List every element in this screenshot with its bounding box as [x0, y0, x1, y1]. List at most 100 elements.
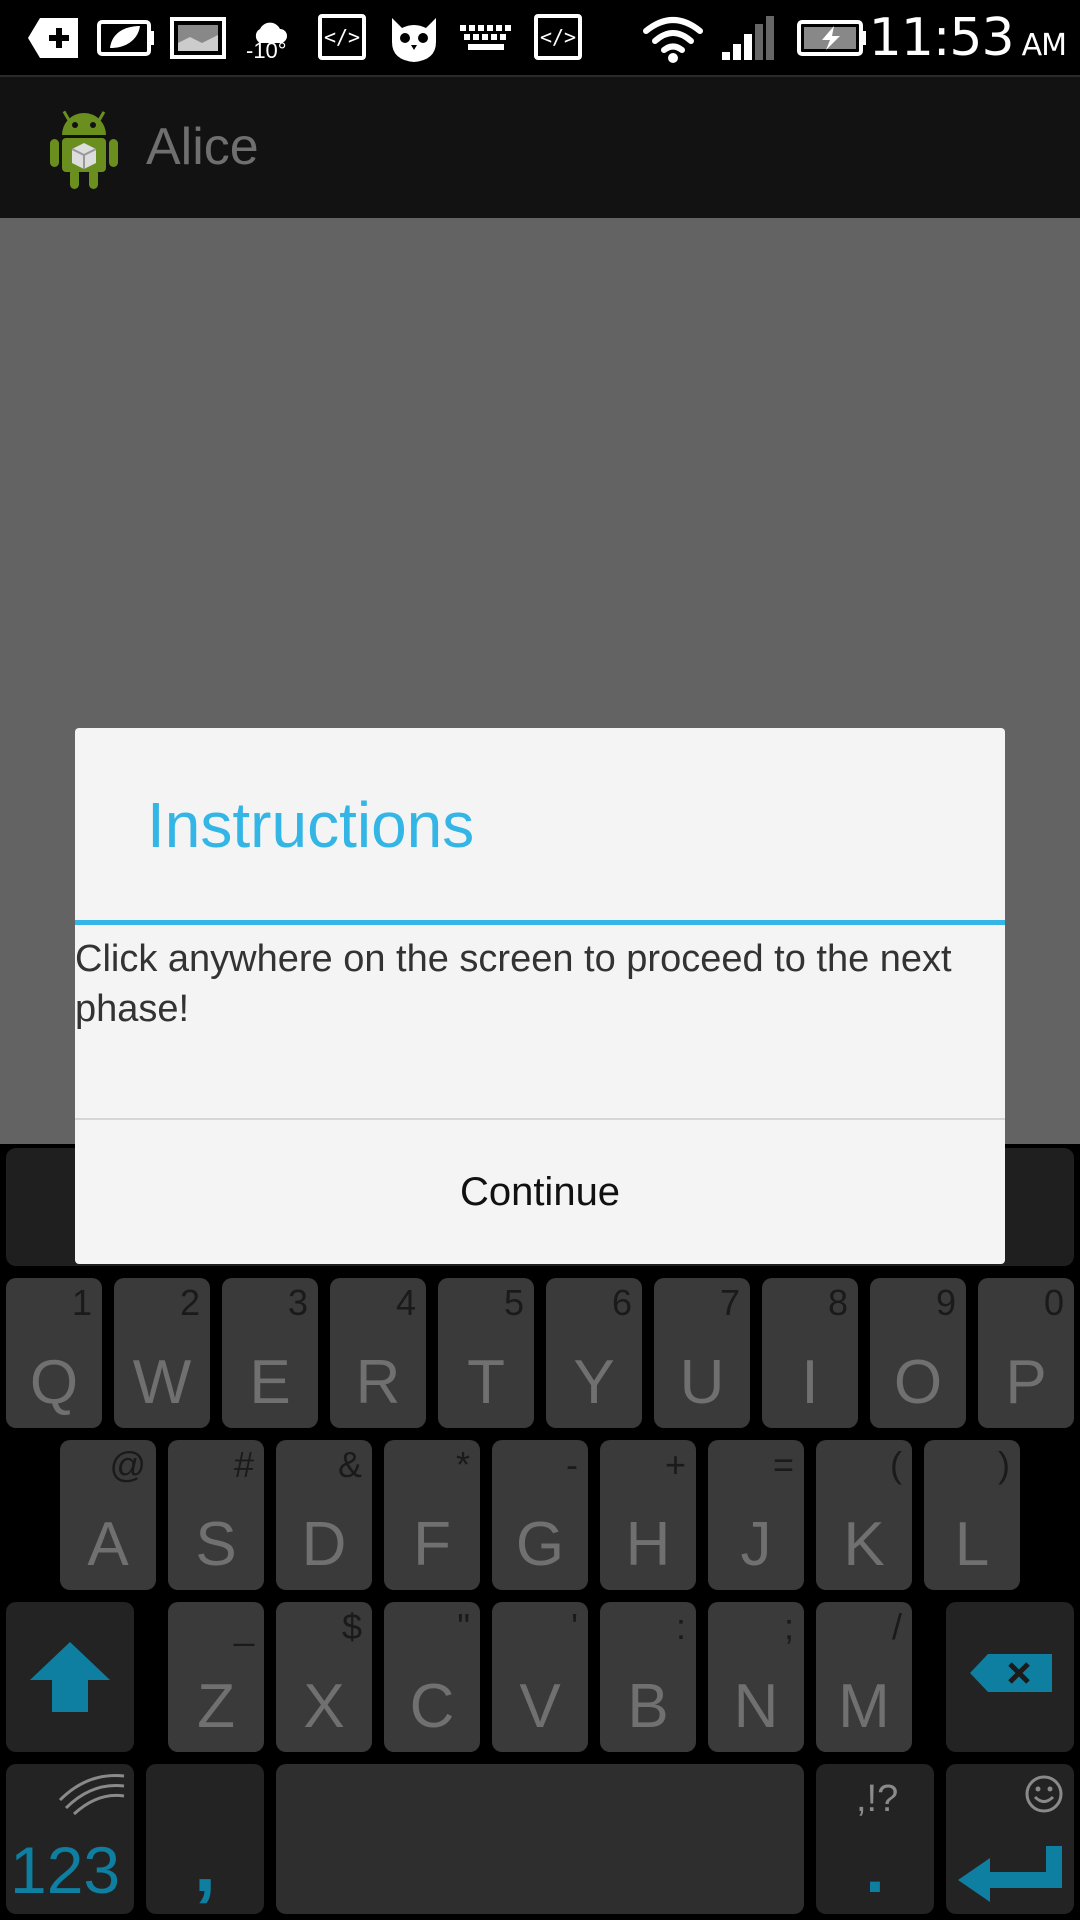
- key-secondary-label: -: [566, 1444, 578, 1485]
- key-secondary-label: _: [233, 1606, 254, 1647]
- key-label: Q: [29, 1348, 79, 1417]
- action-bar: Alice: [0, 75, 1080, 218]
- key-label: N: [733, 1672, 779, 1741]
- key-c[interactable]: " C: [384, 1602, 480, 1752]
- key-a[interactable]: @ A: [60, 1440, 156, 1590]
- key-label: G: [515, 1510, 565, 1579]
- key-label: P: [1005, 1348, 1047, 1417]
- key-secondary-label: 7: [719, 1282, 740, 1323]
- leaf-battery-icon: [96, 14, 156, 62]
- code-icon: </>: [534, 14, 582, 60]
- key-r[interactable]: 4R: [330, 1278, 426, 1428]
- key-label: I: [801, 1348, 819, 1417]
- key-secondary-label: 5: [503, 1282, 524, 1323]
- key-v[interactable]: ' V: [492, 1602, 588, 1752]
- key-secondary-label: ": [457, 1606, 470, 1647]
- key-secondary-label: @: [109, 1444, 146, 1485]
- dialog-title: Instructions: [147, 789, 475, 861]
- key-label: O: [893, 1348, 943, 1417]
- clock: 11:53 AM: [868, 8, 1067, 68]
- key-label: K: [843, 1510, 885, 1579]
- key-label: R: [355, 1348, 401, 1417]
- key-secondary-label: 6: [611, 1282, 632, 1323]
- key-label: L: [954, 1510, 990, 1579]
- enter-key[interactable]: [946, 1764, 1074, 1914]
- key-secondary-label: &: [337, 1444, 362, 1485]
- clock-ampm: AM: [1021, 28, 1067, 63]
- image-icon: [170, 14, 226, 62]
- key-secondary-label: +: [664, 1444, 686, 1485]
- key-f[interactable]: * F: [384, 1440, 480, 1590]
- key-label: X: [303, 1672, 345, 1741]
- swiftkey-logo-icon: [58, 1774, 125, 1816]
- key-y[interactable]: 6Y: [546, 1278, 642, 1428]
- clock-time: 11:53: [868, 8, 1015, 68]
- period-key[interactable]: ,!? .: [816, 1764, 934, 1914]
- key-secondary-label: $: [341, 1606, 362, 1647]
- key-e[interactable]: 3E: [222, 1278, 318, 1428]
- numbers-key-label: 123: [10, 1833, 121, 1907]
- key-secondary-label: #: [233, 1444, 254, 1485]
- key-label: S: [195, 1510, 237, 1579]
- app-title: Alice: [146, 118, 259, 176]
- key-o[interactable]: 9O: [870, 1278, 966, 1428]
- owl-icon: [384, 14, 444, 62]
- keyboard-icon: [458, 14, 514, 62]
- numbers-key[interactable]: 123: [6, 1764, 134, 1914]
- key-secondary-label: 2: [179, 1282, 200, 1323]
- wifi-icon: [640, 14, 706, 63]
- dialog-message: Click anywhere on the screen to proceed …: [75, 938, 952, 1030]
- key-g[interactable]: -G: [492, 1440, 588, 1590]
- temperature-label: -10°: [246, 38, 287, 63]
- signal-icon: [720, 14, 780, 62]
- key-p[interactable]: 0P: [978, 1278, 1074, 1428]
- key-secondary-label: ': [571, 1606, 578, 1647]
- key-label: F: [413, 1510, 451, 1579]
- key-w[interactable]: 2W: [114, 1278, 210, 1428]
- key-j[interactable]: = J: [708, 1440, 804, 1590]
- android-icon[interactable]: [48, 105, 120, 193]
- backspace-key[interactable]: [946, 1602, 1074, 1752]
- battery-charging-icon: [796, 14, 868, 62]
- key-q[interactable]: 1Q: [6, 1278, 102, 1428]
- dialog-title-divider: [75, 920, 1005, 925]
- status-bar: -10° </> </> 11:53 AM: [0, 0, 1080, 75]
- plus-icon: [26, 14, 80, 62]
- key-z[interactable]: _ Z: [168, 1602, 264, 1752]
- key-label: Z: [197, 1672, 235, 1741]
- key-b[interactable]: :B: [600, 1602, 696, 1752]
- key-label: H: [625, 1510, 671, 1579]
- key-secondary-label: (: [890, 1444, 902, 1485]
- key-d[interactable]: & D: [276, 1440, 372, 1590]
- instructions-dialog: Instructions Click anywhere on the scree…: [75, 728, 1005, 1264]
- shift-key[interactable]: [6, 1602, 134, 1752]
- key-secondary-label: 4: [395, 1282, 416, 1323]
- key-secondary-label: =: [772, 1444, 794, 1485]
- key-label: U: [679, 1348, 725, 1417]
- key-label: T: [467, 1348, 505, 1417]
- key-secondary-label: 3: [287, 1282, 308, 1323]
- key-l[interactable]: ) L: [924, 1440, 1020, 1590]
- comma-key[interactable]: ,: [146, 1764, 264, 1914]
- key-u[interactable]: 7U: [654, 1278, 750, 1428]
- key-secondary-label: 0: [1043, 1282, 1064, 1323]
- key-secondary-label: 9: [935, 1282, 956, 1323]
- key-x[interactable]: $ X: [276, 1602, 372, 1752]
- key-t[interactable]: 5T: [438, 1278, 534, 1428]
- key-n[interactable]: ; N: [708, 1602, 804, 1752]
- key-h[interactable]: + H: [600, 1440, 696, 1590]
- key-i[interactable]: 8I: [762, 1278, 858, 1428]
- space-key[interactable]: [276, 1764, 804, 1914]
- key-k[interactable]: (K: [816, 1440, 912, 1590]
- screen: -10° </> </> 11:53 AM Alice 1 Q 2 W 3 E …: [0, 0, 1080, 1920]
- key-secondary-label: /: [891, 1606, 902, 1647]
- continue-button[interactable]: Continue: [75, 1120, 1005, 1264]
- key-label: V: [519, 1672, 561, 1741]
- comma-key-label: ,: [193, 1819, 217, 1908]
- key-s[interactable]: # S: [168, 1440, 264, 1590]
- key-secondary-label: ): [998, 1444, 1010, 1485]
- key-label: Y: [573, 1348, 615, 1417]
- enter-icon: [958, 1846, 1062, 1902]
- key-m[interactable]: / M: [816, 1602, 912, 1752]
- smiley-icon: [1025, 1775, 1063, 1813]
